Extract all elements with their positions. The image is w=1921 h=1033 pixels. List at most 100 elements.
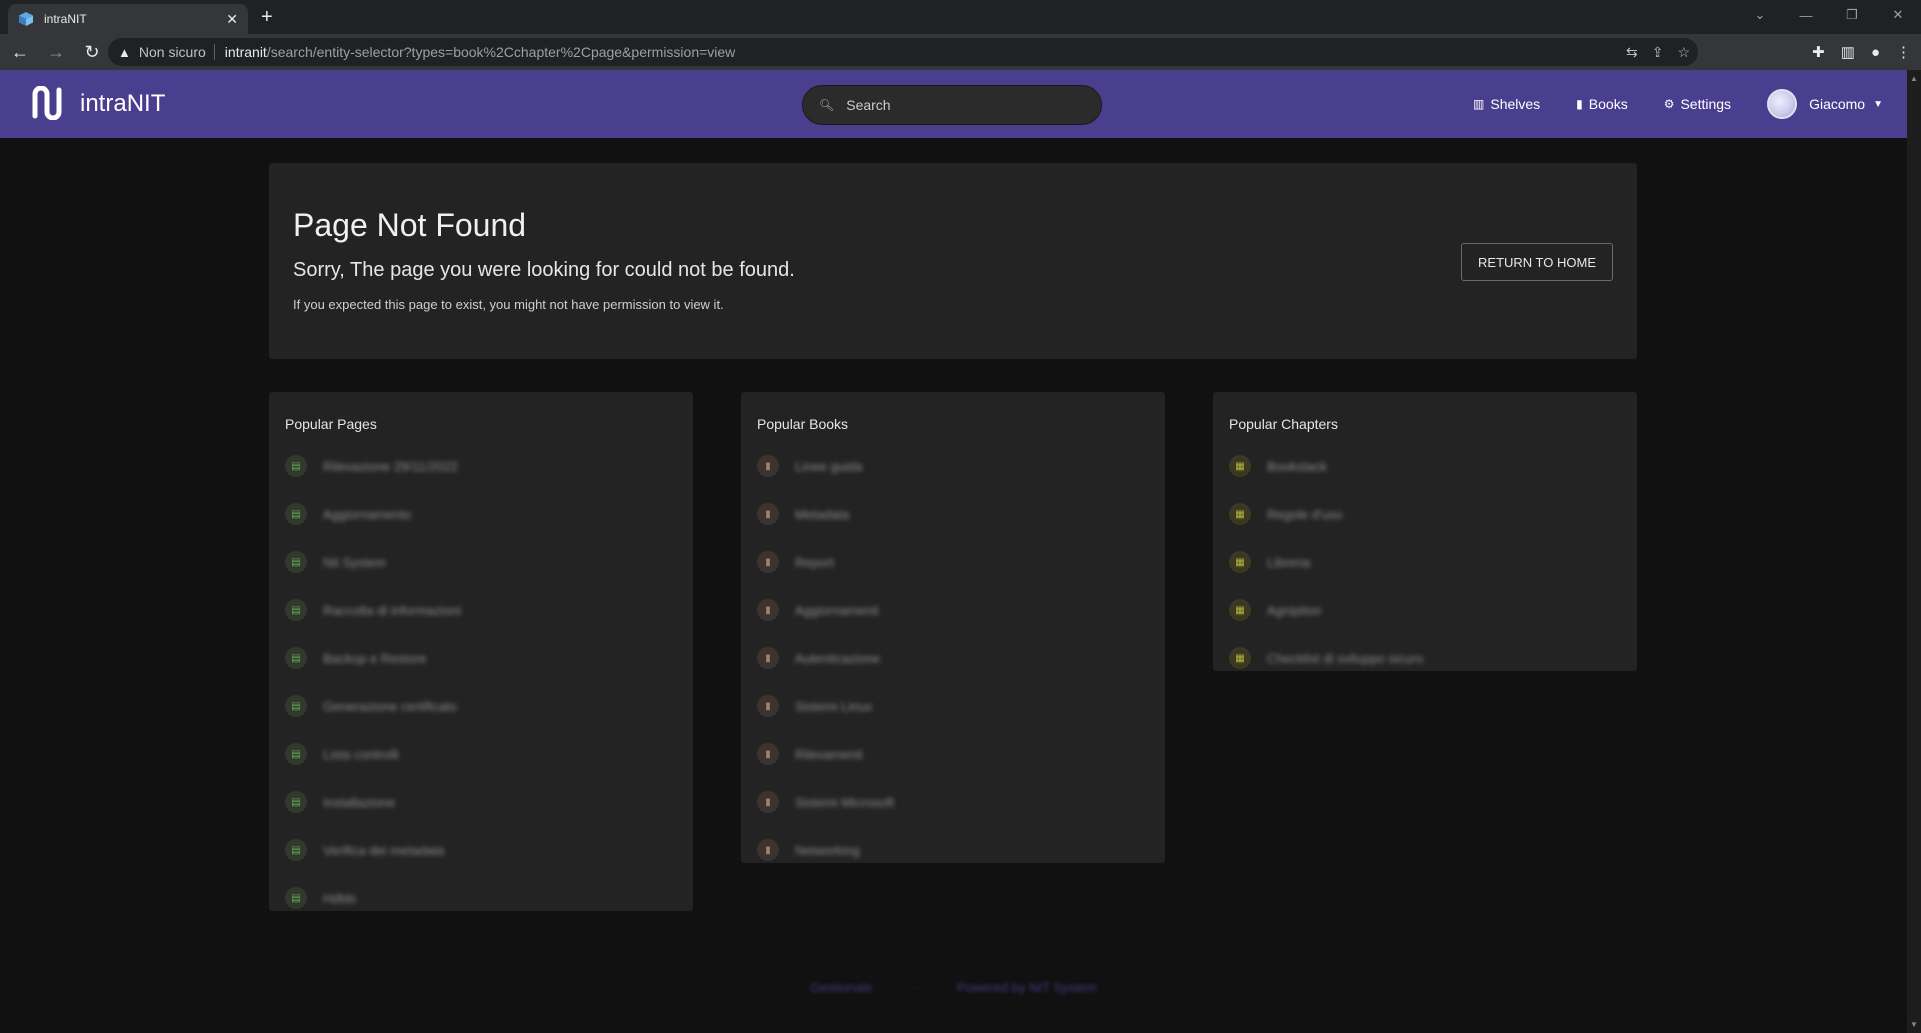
browser-tab[interactable]: intraNIT ✕ xyxy=(8,4,248,34)
book-icon: ▮ xyxy=(757,695,779,717)
back-icon[interactable]: ← xyxy=(4,36,36,68)
list-item[interactable]: ▤ Generazione certificato xyxy=(285,682,677,730)
close-window-icon[interactable]: ✕ xyxy=(1875,0,1921,30)
reload-icon[interactable]: ↻ xyxy=(76,36,108,68)
footer-link-gestionale[interactable]: Gestionale xyxy=(810,980,872,995)
list-item-label: Linee guida xyxy=(795,458,863,474)
bookmark-star-icon[interactable]: ☆ xyxy=(1677,44,1690,61)
list-item[interactable]: ▦ Regole d'uso xyxy=(1229,490,1621,538)
nav-settings[interactable]: ⚙ Settings xyxy=(1664,96,1731,112)
page-icon: ▤ xyxy=(285,887,307,909)
browser-tab-strip: intraNIT ✕ + ⌄ — ❐ ✕ xyxy=(0,0,1921,34)
address-bar[interactable]: ▲ Non sicuro intranit/search/entity-sele… xyxy=(108,38,1698,66)
footer-separator: · xyxy=(912,980,917,995)
list-item[interactable]: ▮ Sistemi Microsoft xyxy=(757,778,1149,826)
list-item[interactable]: ▮ Autenticazione xyxy=(757,634,1149,682)
url-path: /search/entity-selector?types=book%2Ccha… xyxy=(266,44,736,60)
list-item[interactable]: ▤ Installazione xyxy=(285,778,677,826)
window-controls: ⌄ — ❐ ✕ xyxy=(1737,0,1921,30)
book-icon: ▮ xyxy=(757,503,779,525)
translate-icon[interactable]: ⇆ xyxy=(1626,44,1638,61)
list-item[interactable]: ▮ Metadata xyxy=(757,490,1149,538)
omnibox-divider xyxy=(213,44,215,60)
list-item[interactable]: ▮ Report xyxy=(757,538,1149,586)
list-item[interactable]: ▮ Rilevamenti xyxy=(757,730,1149,778)
list-item[interactable]: ▮ Aggiornamenti xyxy=(757,586,1149,634)
page-scrollbar[interactable]: ▲ ▼ xyxy=(1907,70,1921,1033)
list-item[interactable]: ▤ Nit System xyxy=(285,538,677,586)
app-logo-text[interactable]: intraNIT xyxy=(80,90,165,118)
footer-link-powered[interactable]: Powered by NIT System xyxy=(957,980,1097,995)
book-icon: ▮ xyxy=(757,551,779,573)
list-item[interactable]: ▦ Bookstack xyxy=(1229,442,1621,490)
list-item-label: Regole d'uso xyxy=(1267,506,1343,522)
popular-pages-list: ▤ Rilevazione 29/11/2022 ▤ Aggiornamento ▤ Ni… xyxy=(285,442,677,922)
popular-books-panel: Popular Books ▮ Linee guida ▮ Metadata ▮ Repo… xyxy=(741,392,1165,863)
page-icon: ▤ xyxy=(285,791,307,813)
list-item[interactable]: ▦ Checklist di sviluppo sicuro xyxy=(1229,634,1621,682)
warning-icon: ▲ xyxy=(118,44,131,60)
page-icon: ▤ xyxy=(285,503,307,525)
forward-icon[interactable]: → xyxy=(40,36,72,68)
shelves-icon: ▥ xyxy=(1473,97,1485,111)
list-item[interactable]: ▤ Rilevazione 29/11/2022 xyxy=(285,442,677,490)
nav-shelves[interactable]: ▥ Shelves xyxy=(1473,96,1540,112)
list-item[interactable]: ▦ Agniption xyxy=(1229,586,1621,634)
book-icon: ▮ xyxy=(757,455,779,477)
list-item-label: Report xyxy=(795,554,835,570)
nav-books[interactable]: ▮ Books xyxy=(1576,96,1628,112)
list-item-label: Bookstack xyxy=(1267,458,1327,474)
scroll-up-icon[interactable]: ▲ xyxy=(1910,74,1918,83)
return-home-button[interactable]: RETURN TO HOME xyxy=(1461,243,1613,281)
header-nav: ▥ Shelves ▮ Books ⚙ Settings Giacomo ▼ xyxy=(1437,70,1883,138)
list-item-label: Aggiornamento xyxy=(323,506,412,522)
book-icon: ▮ xyxy=(757,599,779,621)
list-item[interactable]: ▤ Backup e Restore xyxy=(285,634,677,682)
minimize-icon[interactable]: — xyxy=(1783,0,1829,30)
new-tab-icon[interactable]: + xyxy=(261,6,273,29)
tab-search-icon[interactable]: ⌄ xyxy=(1737,0,1783,30)
extensions-icon[interactable]: ✚ xyxy=(1812,43,1825,61)
list-item[interactable]: ▤ Hdlds xyxy=(285,874,677,922)
share-icon[interactable]: ⇪ xyxy=(1652,44,1664,61)
list-item[interactable]: ▮ Linee guida xyxy=(757,442,1149,490)
chapter-icon: ▦ xyxy=(1229,599,1251,621)
avatar xyxy=(1767,89,1798,119)
page-icon: ▤ xyxy=(285,455,307,477)
list-item[interactable]: ▤ Raccolta di informazioni xyxy=(285,586,677,634)
page-icon: ▤ xyxy=(285,551,307,573)
search-icon: 🔍︎ xyxy=(819,98,835,112)
scroll-down-icon[interactable]: ▼ xyxy=(1910,1020,1918,1029)
list-item[interactable]: ▮ Networking xyxy=(757,826,1149,874)
book-icon: ▮ xyxy=(757,791,779,813)
popular-chapters-title: Popular Chapters xyxy=(1229,416,1338,432)
global-search[interactable]: 🔍︎ xyxy=(802,85,1102,125)
caret-down-icon: ▼ xyxy=(1873,98,1883,110)
user-menu[interactable]: Giacomo ▼ xyxy=(1767,89,1883,119)
profile-icon[interactable]: ● xyxy=(1871,44,1880,61)
toolbar-actions: ✚ ▥ ● ⋮ xyxy=(1812,34,1911,70)
list-item-label: Installazione xyxy=(323,794,396,810)
restore-icon[interactable]: ❐ xyxy=(1829,0,1875,30)
popular-chapters-panel: Popular Chapters ▦ Bookstack ▦ Regole d'uso… xyxy=(1213,392,1637,671)
omnibox-actions: ⇆ ⇪ ☆ xyxy=(1626,38,1690,66)
list-item[interactable]: ▤ Lista controlli xyxy=(285,730,677,778)
intranit-logo-icon[interactable] xyxy=(30,86,64,120)
app-header: intraNIT 🔍︎ ▥ Shelves ▮ Books ⚙ Settings… xyxy=(0,70,1907,138)
list-item-label: Aggiornamenti xyxy=(795,602,879,618)
menu-kebab-icon[interactable]: ⋮ xyxy=(1896,43,1911,61)
list-item-label: Lista controlli xyxy=(323,746,399,762)
list-item[interactable]: ▮ Sistemi Linux xyxy=(757,682,1149,730)
chapter-icon: ▦ xyxy=(1229,503,1251,525)
list-item[interactable]: ▤ Verifica dei metadata xyxy=(285,826,677,874)
side-panel-icon[interactable]: ▥ xyxy=(1841,43,1855,61)
book-icon: ▮ xyxy=(757,839,779,861)
tab-close-icon[interactable]: ✕ xyxy=(226,11,238,28)
chapter-icon: ▦ xyxy=(1229,455,1251,477)
page-icon: ▤ xyxy=(285,647,307,669)
list-item[interactable]: ▦ Libreria xyxy=(1229,538,1621,586)
list-item-label: Sistemi Microsoft xyxy=(795,794,894,810)
list-item-label: Autenticazione xyxy=(795,650,881,666)
list-item[interactable]: ▤ Aggiornamento xyxy=(285,490,677,538)
search-input[interactable] xyxy=(846,97,1067,113)
